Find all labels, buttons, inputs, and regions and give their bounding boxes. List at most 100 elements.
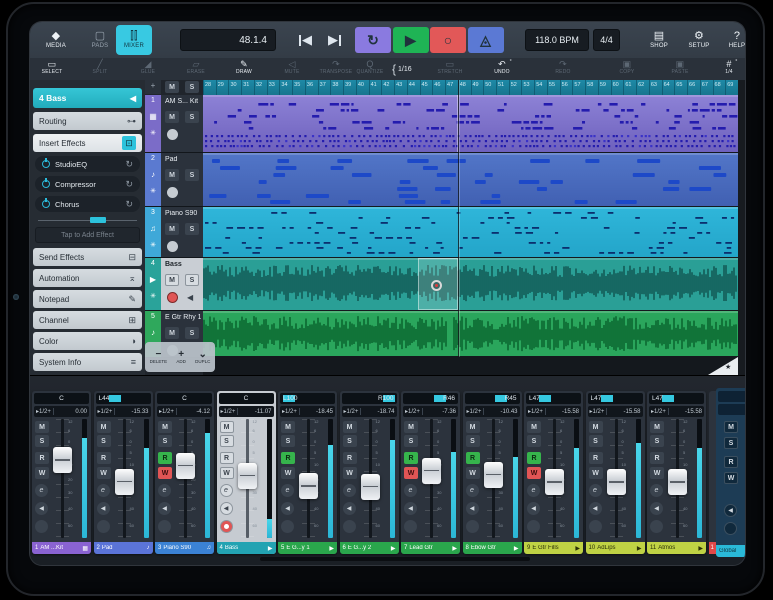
output-volume-row[interactable]: ▸1/2+-15.58 [526, 406, 581, 417]
mixer-channel-solo-button[interactable]: S [343, 435, 357, 447]
mixer-channel-mute-button[interactable]: M [220, 421, 234, 433]
mixer-automation-write-button[interactable]: W [589, 467, 603, 479]
mixer-channel-mute-button[interactable]: M [35, 421, 49, 433]
mixer-automation-read-button[interactable]: R [527, 452, 541, 464]
inspector-section-notepad[interactable]: Notepad✎ [33, 290, 142, 308]
track-solo-button[interactable]: S [185, 111, 199, 123]
tool-quantize[interactable]: QQUANTIZE [348, 59, 392, 75]
output-volume-row[interactable]: ▸1/2+-18.74 [342, 406, 397, 417]
inspector-section-insert-effects[interactable]: Insert Effects⊡ [33, 134, 142, 152]
channel-record-arm-button[interactable] [343, 520, 356, 533]
channel-monitor-button[interactable]: ◀ [466, 502, 479, 515]
pan-display[interactable]: R45 [465, 393, 520, 404]
mixer-channel-mute-button[interactable]: M [589, 421, 603, 433]
region-lane-e-gtr-rhy-1[interactable] [203, 311, 738, 356]
track-header-pad[interactable]: 2♪✳PadMS [145, 153, 203, 207]
tool-undo[interactable]: ↶°UNDO [480, 59, 524, 75]
mixer-automation-read-button[interactable]: R [466, 452, 480, 464]
channel-name-label[interactable]: 2Pad♪ [94, 542, 153, 554]
pan-display[interactable]: R46 [403, 393, 458, 404]
track-mute-button[interactable]: M [165, 111, 179, 123]
mixer-channel-mute-button[interactable]: M [158, 421, 172, 433]
mixer-channel-solo-button[interactable]: S [158, 435, 172, 447]
mixer-automation-read-button[interactable]: R [343, 452, 357, 464]
tool-draw[interactable]: ✎DRAW [222, 59, 266, 75]
mixer-automation-read-button[interactable]: R [220, 452, 234, 464]
insert-effect-slot[interactable]: StudioEQ↻ [35, 156, 140, 172]
mixer-master-mute-button[interactable]: M [724, 421, 738, 433]
mixer-channel-4[interactable]: C▸1/2+-11.07MSRW◀1260510203040604Bass▶ [217, 391, 276, 554]
mixer-channel-solo-button[interactable]: S [527, 435, 541, 447]
channel-monitor-button[interactable]: ◀ [650, 502, 663, 515]
channel-record-arm-button[interactable] [527, 520, 540, 533]
mixer-automation-write-button[interactable]: W [220, 467, 234, 479]
volume-fader-handle[interactable] [238, 463, 257, 489]
channel-record-arm-button[interactable] [404, 520, 417, 533]
skip-forward-button[interactable]: ▶ [322, 27, 348, 53]
playhead-cursor[interactable] [458, 80, 460, 357]
track-action-add-button[interactable]: +ADD [176, 350, 186, 364]
corner-resize-handle[interactable] [708, 357, 738, 375]
track-action-delete-button[interactable]: −DELETE [150, 350, 168, 364]
track-record-arm-button[interactable] [167, 292, 178, 303]
add-effect-button[interactable]: Tap to Add Effect [35, 227, 140, 243]
tool-mute[interactable]: ◁MUTE [270, 59, 314, 75]
volume-fader-handle[interactable] [361, 474, 380, 500]
track-mute-button[interactable]: M [165, 169, 179, 181]
channel-edit-button[interactable] [589, 484, 602, 497]
mixer-channel-11[interactable]: L47▸1/2+-15.58MSRW◀12605102030406011Atmo… [647, 391, 706, 554]
pan-display[interactable]: L47 [588, 393, 643, 404]
channel-edit-button[interactable] [220, 484, 233, 497]
master-record-button[interactable] [724, 522, 737, 535]
track-record-arm-button[interactable] [167, 187, 178, 198]
track-inspector-header[interactable]: 4 Bass◀ [33, 88, 142, 108]
channel-edit-button[interactable] [650, 484, 663, 497]
volume-fader-handle[interactable] [53, 447, 72, 473]
track-mute-button[interactable]: M [165, 327, 179, 339]
channel-edit-button[interactable] [466, 484, 479, 497]
output-volume-row[interactable]: ▸1/2+-4.12 [157, 406, 212, 417]
slider-handle[interactable] [90, 217, 106, 223]
insert-effect-slot[interactable]: Chorus↻ [35, 196, 140, 212]
power-icon[interactable] [42, 200, 50, 208]
inspector-section-system-info[interactable]: System Info≡ [33, 353, 142, 371]
mixer-channel-solo-button[interactable]: S [589, 435, 603, 447]
mixer-channel-1[interactable]: C▸1/2+0.00MSRW◀1260510203040601AM ...Kit… [32, 391, 91, 554]
channel-record-arm-button[interactable] [466, 520, 479, 533]
mixer-automation-write-button[interactable]: W [35, 467, 49, 479]
mixer-automation-read-button[interactable]: R [650, 452, 664, 464]
inspector-section-routing[interactable]: Routing⊶ [33, 112, 142, 130]
mixer-channel-3[interactable]: C▸1/2+-4.12MSRW◀1260510203040603Piano S9… [155, 391, 214, 554]
volume-fader-handle[interactable] [422, 458, 441, 484]
channel-monitor-button[interactable]: ◀ [589, 502, 602, 515]
track-mute-button[interactable]: M [165, 223, 179, 235]
power-icon[interactable] [42, 160, 50, 168]
mixer-master-solo-button[interactable]: S [724, 437, 738, 449]
volume-fader-handle[interactable] [115, 469, 134, 495]
pan-display[interactable]: L44 [96, 393, 151, 404]
effect-edit-icon[interactable]: ↻ [125, 199, 133, 210]
channel-record-arm-button[interactable] [589, 520, 602, 533]
tool-stretch[interactable]: ▭STRETCH [428, 59, 472, 75]
mixer-channel-solo-button[interactable]: S [466, 435, 480, 447]
channel-name-label[interactable]: 4Bass▶ [217, 542, 276, 554]
output-volume-row[interactable]: ▸1/2+-18.45 [280, 406, 335, 417]
mixer-automation-read-button[interactable]: R [404, 452, 418, 464]
toolbar-button-shop[interactable]: ▤SHOP [642, 25, 676, 55]
mixer-channel-solo-button[interactable]: S [220, 435, 234, 447]
channel-name-label[interactable]: 8Ebow Gtr▶ [463, 542, 522, 554]
tool-redo[interactable]: ↷REDO [541, 59, 585, 75]
volume-fader-handle[interactable] [176, 453, 195, 479]
track-mute-button[interactable]: M [165, 274, 179, 286]
mixer-automation-write-button[interactable]: W [650, 467, 664, 479]
channel-record-arm-button[interactable] [650, 520, 663, 533]
tool-split[interactable]: ╱SPLIT [78, 59, 122, 75]
channel-edit-button[interactable] [158, 484, 171, 497]
output-volume-row[interactable]: ▸1/2+-15.58 [649, 406, 704, 417]
mixer-master-read-button[interactable]: R [724, 456, 738, 468]
volume-fader-handle[interactable] [299, 473, 318, 499]
channel-record-arm-button[interactable] [158, 520, 171, 533]
master-solo-button[interactable]: S [185, 81, 199, 93]
grid-snap-selector[interactable]: #°1/4 [707, 59, 745, 75]
mixer-channel-solo-button[interactable]: S [281, 435, 295, 447]
